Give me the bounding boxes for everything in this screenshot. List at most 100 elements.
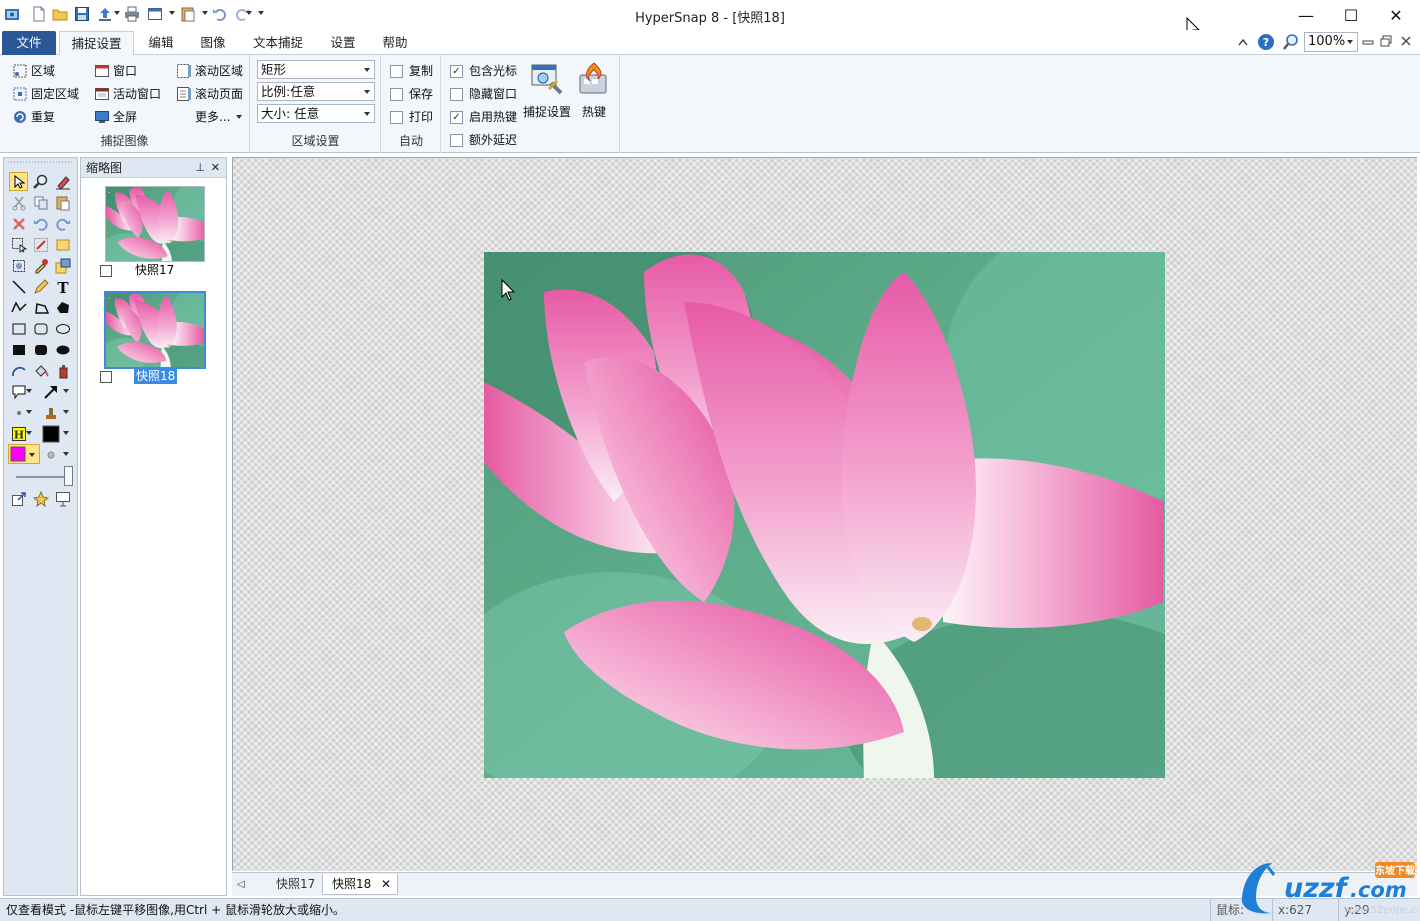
auto-save-checkbox[interactable]: 保存 <box>390 84 433 104</box>
tab-capture-settings[interactable]: 捕捉设置 <box>59 31 134 56</box>
effects-icon[interactable] <box>31 489 50 508</box>
capture-scroll-page-button[interactable]: 滚动页面 <box>176 84 243 104</box>
text-tool-icon[interactable]: T <box>53 277 72 296</box>
capture-fixed-region-button[interactable]: 固定区域 <box>12 84 79 104</box>
checkbox-box[interactable] <box>390 64 403 78</box>
tab-file[interactable]: 文件 <box>2 31 56 56</box>
checkbox-box[interactable] <box>390 110 403 124</box>
external-edit-icon[interactable] <box>9 489 28 508</box>
toolbox-gripper[interactable] <box>4 159 79 165</box>
paste-icon[interactable] <box>53 193 72 212</box>
auto-print-checkbox[interactable]: 打印 <box>390 107 433 127</box>
rounded-rect-tool-icon[interactable] <box>31 319 50 338</box>
region-size-select[interactable]: 大小: 任意 <box>257 104 375 123</box>
filled-rounded-rect-tool-icon[interactable] <box>31 340 50 359</box>
pencil-tool-icon[interactable] <box>31 277 50 296</box>
tab-help[interactable]: 帮助 <box>372 31 418 56</box>
filled-rect-tool-icon[interactable] <box>9 340 28 359</box>
tab-settings[interactable]: 设置 <box>320 31 366 56</box>
close-child-icon[interactable] <box>1400 35 1412 47</box>
chevron-down-icon[interactable] <box>25 429 33 437</box>
rectangle-tool-icon[interactable] <box>9 319 28 338</box>
thumbnail-checkbox[interactable] <box>100 371 112 383</box>
crop-select-icon[interactable] <box>9 256 28 275</box>
cut-icon[interactable] <box>9 193 28 212</box>
help-icon[interactable]: ? <box>1257 33 1275 51</box>
thumbnail-image[interactable] <box>105 186 205 262</box>
close-panel-icon[interactable]: ✕ <box>211 158 220 178</box>
auto-copy-checkbox[interactable]: 复制 <box>390 61 433 81</box>
region-shape-select[interactable]: 矩形 <box>257 60 375 79</box>
checkbox-box[interactable] <box>450 133 463 147</box>
chevron-down-icon[interactable] <box>25 387 33 395</box>
eraser-tool-icon[interactable] <box>53 172 72 191</box>
doc-tab-snapshot18[interactable]: 快照18 ✕ <box>322 874 398 895</box>
close-button[interactable]: ✕ <box>1373 0 1419 30</box>
line-color-swatch[interactable] <box>41 424 60 443</box>
hotkeys-button[interactable]: 热键 <box>576 61 612 120</box>
zoom-tool-icon[interactable] <box>31 172 50 191</box>
highlight-area-icon[interactable] <box>53 235 72 254</box>
stamp-area-icon[interactable] <box>53 256 72 275</box>
fill-color-swatch[interactable] <box>8 444 40 464</box>
filled-ellipse-tool-icon[interactable] <box>53 340 72 359</box>
restore-child-icon[interactable] <box>1380 35 1392 47</box>
zoom-select[interactable]: 100% <box>1304 32 1358 52</box>
capture-scroll-region-button[interactable]: 滚动区域 <box>176 61 243 81</box>
capture-settings-button[interactable]: 捕捉设置 <box>520 61 574 120</box>
select-tool-icon[interactable] <box>9 172 28 191</box>
capture-fullscreen-button[interactable]: 全屏 <box>94 107 137 127</box>
restore-child-minimize-icon[interactable] <box>1362 38 1374 46</box>
maximize-button[interactable]: ☐ <box>1328 0 1374 30</box>
capture-more-button[interactable]: 更多... <box>195 107 243 127</box>
close-tab-icon[interactable]: ✕ <box>381 874 391 895</box>
checkbox-box[interactable]: ✓ <box>450 64 463 78</box>
capture-active-window-button[interactable]: 活动窗口 <box>94 84 161 104</box>
undo-icon[interactable] <box>31 214 50 233</box>
color-picker-icon[interactable] <box>31 256 50 275</box>
chevron-down-icon[interactable] <box>62 450 70 458</box>
chevron-down-icon[interactable] <box>25 408 33 416</box>
tab-scroll-left-icon[interactable]: ◁ <box>237 874 245 895</box>
capture-repeat-button[interactable]: 重复 <box>12 107 55 127</box>
select-area-icon[interactable] <box>9 235 28 254</box>
copy-icon[interactable] <box>31 193 50 212</box>
doc-tab-snapshot17[interactable]: 快照17 <box>256 874 322 895</box>
presentation-icon[interactable] <box>53 489 72 508</box>
capture-window-button[interactable]: 窗口 <box>94 61 137 81</box>
minimize-button[interactable]: — <box>1283 0 1329 30</box>
line-tool-icon[interactable] <box>9 277 28 296</box>
pin-icon[interactable]: ⊥ <box>195 158 205 178</box>
tab-edit[interactable]: 编辑 <box>138 31 184 56</box>
thumbnail-checkbox[interactable] <box>100 265 112 277</box>
capture-region-button[interactable]: 区域 <box>12 61 55 81</box>
include-cursor-checkbox[interactable]: ✓ 包含光标 <box>450 61 517 81</box>
region-ratio-select[interactable]: 比例:任意 <box>257 82 375 101</box>
chevron-down-icon[interactable] <box>62 429 70 437</box>
thumbnail-image-selected[interactable] <box>104 291 206 369</box>
zoom-icon[interactable] <box>1282 33 1300 51</box>
checkbox-box[interactable]: ✓ <box>450 110 463 124</box>
redo-icon[interactable] <box>53 214 72 233</box>
enable-hotkeys-checkbox[interactable]: ✓ 启用热键 <box>450 107 517 127</box>
chevron-down-icon[interactable] <box>62 408 70 416</box>
hide-window-checkbox[interactable]: 隐藏窗口 <box>450 84 517 104</box>
fill-bucket-icon[interactable] <box>31 361 50 380</box>
arrow-tool-icon[interactable] <box>41 382 60 401</box>
line-width-slider-thumb[interactable] <box>64 466 73 486</box>
polyline-tool-icon[interactable] <box>9 298 28 317</box>
tab-image[interactable]: 图像 <box>190 31 236 56</box>
spray-tool-icon[interactable] <box>53 361 72 380</box>
checkbox-box[interactable] <box>450 87 463 101</box>
polygon-tool-icon[interactable] <box>31 298 50 317</box>
delete-icon[interactable] <box>9 214 28 233</box>
checkbox-box[interactable] <box>390 87 403 101</box>
tab-text-capture[interactable]: 文本捕捉 <box>244 31 312 56</box>
collapse-ribbon-icon[interactable] <box>1238 38 1248 46</box>
captured-image[interactable] <box>484 252 1165 778</box>
filled-polygon-tool-icon[interactable] <box>53 298 72 317</box>
extra-delay-checkbox[interactable]: 额外延迟 <box>450 130 517 150</box>
stamp-tool-icon[interactable] <box>41 403 60 422</box>
magic-wand-icon[interactable] <box>31 235 50 254</box>
ellipse-tool-icon[interactable] <box>53 319 72 338</box>
